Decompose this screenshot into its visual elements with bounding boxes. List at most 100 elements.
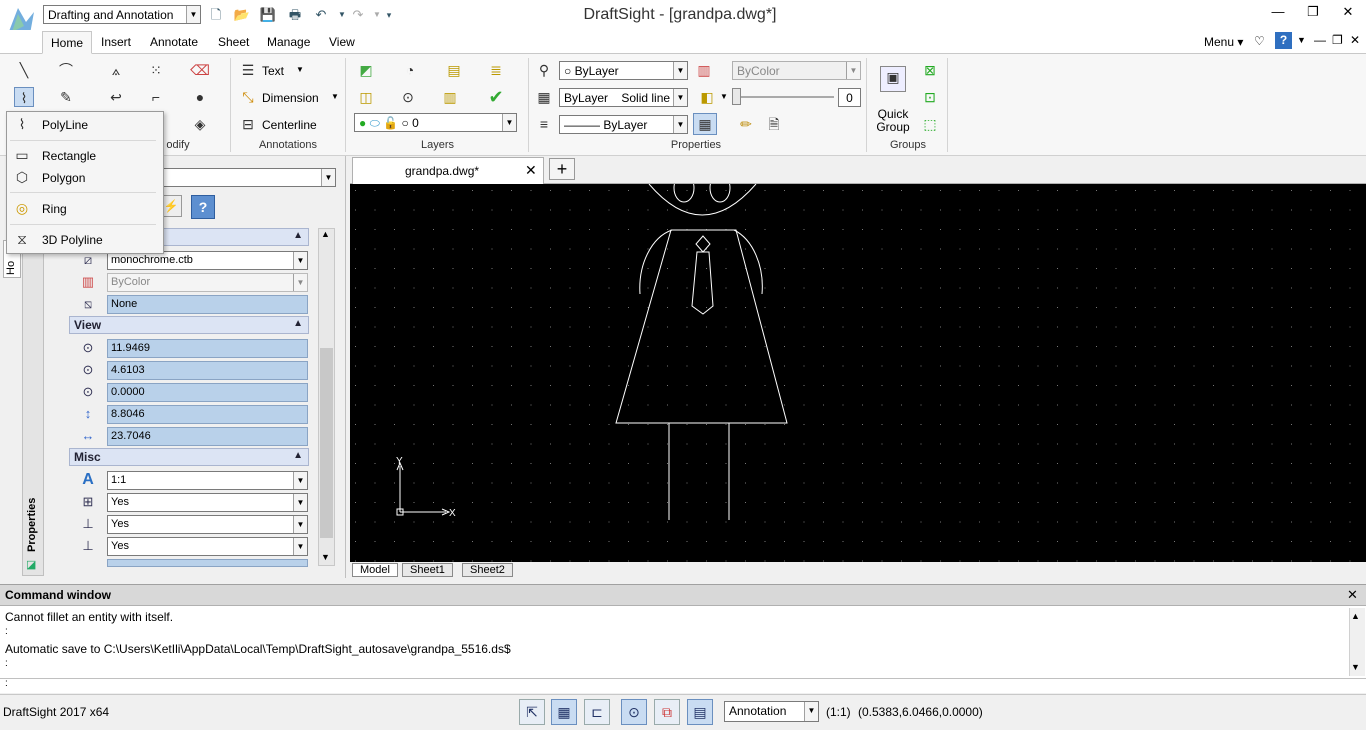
sheet-tab-sheet2[interactable]: Sheet2 [462,563,513,577]
set-current-layer-icon[interactable]: ✔ [486,87,506,107]
flyout-item-polyline[interactable]: ⌇ PolyLine [8,114,158,136]
entity-type-select[interactable]: ▼ [160,168,336,187]
lineweight-select[interactable]: ——— ByLayer ▼ [559,115,688,134]
flyout-item-polygon[interactable]: ⬡ Polygon [8,167,158,189]
drawing-svg[interactable]: Y X [350,184,1366,562]
text-icon[interactable]: ☰ [238,60,258,80]
ungroup-icon[interactable]: ⊠ [920,60,940,80]
color-select[interactable]: ○ ByLayer ▼ [559,61,688,80]
flyout-item-rectangle[interactable]: ▭ Rectangle [8,145,158,167]
linestyle-icon[interactable]: ▦ [534,87,554,107]
new-file-icon[interactable]: 🗋 [207,6,225,24]
collapse-icon[interactable]: ▲ [293,450,303,461]
tab-view[interactable]: View [321,31,363,54]
line-icon[interactable]: ╲ [14,60,34,80]
transparency-slider-handle[interactable] [732,88,741,105]
tab-home[interactable]: Home [42,31,93,54]
layer-select[interactable]: ● ⬭ 🔓 ○ 0 ▼ [354,113,517,132]
tab-annotate[interactable]: Annotate [142,31,206,54]
lineweight-icon[interactable]: ≡ [534,114,554,134]
help-dropdown-icon[interactable]: ▼ [1297,35,1306,45]
chevron-down-icon[interactable]: ▼ [293,472,307,489]
group-selection-icon[interactable]: ⬚ [920,114,940,134]
tab-sheet[interactable]: Sheet [210,31,257,54]
quick-group-icon[interactable]: ▣ [880,66,906,92]
document-tab[interactable]: grandpa.dwg* ✕ [352,157,544,185]
dimension-icon[interactable]: ⤡ [238,87,258,107]
close-window-icon[interactable]: ✕ [1338,4,1358,20]
ucs-origin-select[interactable]: Yes ▼ [107,515,308,534]
annotation-scale-select[interactable]: 1:1 ▼ [107,471,308,490]
center-z-field[interactable]: 0.0000 [107,383,308,402]
restore-icon[interactable]: ❐ [1303,4,1323,20]
plot-style-select[interactable]: ByColor ▼ [107,273,308,292]
properties-sheet-icon[interactable]: 🗎 [764,114,784,134]
text-button[interactable]: Text [262,64,284,78]
view-section-header[interactable]: View ▲ [69,316,309,334]
layer-settings-icon[interactable]: ▤ [444,60,464,80]
layer-stack-icon[interactable]: ≣ [486,60,506,80]
edit-group-icon[interactable]: ⊡ [920,87,940,107]
save-icon[interactable]: 💾 [259,6,277,24]
explode-icon[interactable]: ● [190,87,210,107]
chamfer-icon[interactable]: ⌐ [146,87,166,107]
misc-section-header[interactable]: Misc ▲ [69,448,309,466]
chevron-down-icon[interactable]: ▼ [846,62,860,79]
sheet-tab-sheet1[interactable]: Sheet1 [402,563,453,577]
transparency-icon[interactable]: ◧ [697,87,717,107]
collapse-icon[interactable]: ▲ [293,318,303,329]
minimize-icon[interactable]: — [1268,4,1288,20]
chevron-down-icon[interactable]: ▼ [293,494,307,511]
chevron-down-icon[interactable]: ▼ [673,89,687,106]
chevron-down-icon[interactable]: ▼ [321,169,335,186]
new-tab-icon[interactable]: + [549,158,575,180]
transparency-slider-track[interactable] [734,96,834,98]
chevron-down-icon[interactable]: ▼ [293,252,307,269]
layer-manager-icon[interactable]: ◩ [356,60,376,80]
doc-minimize-icon[interactable]: — [1314,33,1326,47]
properties-help-icon[interactable]: ? [191,195,215,219]
layer-state-icon[interactable]: ◔ [400,60,420,80]
text-dropdown-icon[interactable]: ▼ [296,65,304,74]
layer-previous-icon[interactable]: ◫ [356,87,376,107]
center-x-field[interactable]: 11.9469 [107,339,308,358]
chevron-down-icon[interactable]: ▼ [293,274,307,291]
undo-icon[interactable]: ↶ [312,6,330,24]
paint-icon[interactable]: ◈ [190,114,210,134]
offset-icon[interactable]: ↩ [106,87,126,107]
customize-toolbar-icon[interactable]: ▾ [380,6,398,24]
scroll-up-icon[interactable]: ▲ [321,229,330,239]
close-command-window-icon[interactable]: ✕ [1347,587,1358,603]
tab-manage[interactable]: Manage [259,31,318,54]
center-y-field[interactable]: 4.6103 [107,361,308,380]
annotation-mode-select[interactable]: Annotation ▼ [724,701,819,722]
properties-scroll-thumb[interactable] [320,348,333,538]
layer-isolate-icon[interactable]: ⊙ [398,87,418,107]
menu-button[interactable]: Menu ▾ [1204,35,1243,49]
pen-icon[interactable]: ✎ [56,87,76,107]
scroll-up-icon[interactable]: ▲ [1351,611,1360,621]
ucs-per-viewport-select[interactable]: Yes ▼ [107,537,308,556]
partial-row[interactable] [107,559,308,567]
heart-icon[interactable]: ♡ [1254,34,1265,48]
scale-label[interactable]: (1:1) [826,705,851,719]
polyline-tool-icon[interactable]: ⌇ [14,87,34,107]
centerline-icon[interactable]: ⊟ [238,114,258,134]
pattern-icon[interactable]: ⁙ [146,60,166,80]
polar-icon[interactable]: ⊙ [621,699,647,725]
tab-insert[interactable]: Insert [93,31,139,54]
entity-tracking-icon[interactable]: ▤ [687,699,713,725]
plot-style-select[interactable]: ByColor ▼ [732,61,861,80]
plot-settings-value[interactable]: None [107,295,308,314]
transparency-value-field[interactable]: 0 [838,88,861,107]
print-section-header[interactable]: ▲ [150,228,309,246]
match-properties-icon[interactable]: ⚲ [534,60,554,80]
quick-group-button[interactable]: Quick Group [872,108,914,134]
print-icon[interactable]: 🖶 [286,6,304,24]
properties-tab-label[interactable]: Properties [26,490,42,552]
collapse-icon[interactable]: ▲ [293,230,303,241]
workspace-select[interactable]: Drafting and Annotation ▼ [43,5,201,24]
scroll-down-icon[interactable]: ▼ [1351,662,1360,672]
erase-icon[interactable]: ⌫ [190,60,210,80]
view-width-field[interactable]: 23.7046 [107,427,308,446]
